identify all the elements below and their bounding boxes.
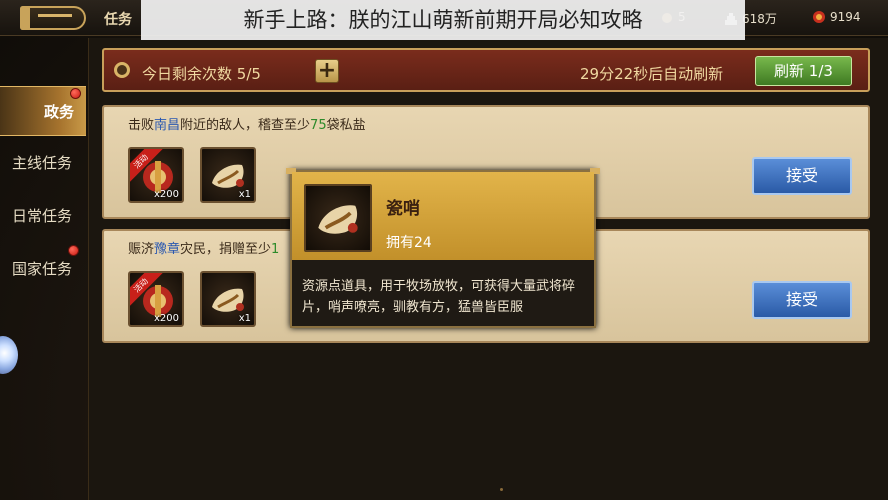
resource-gem-value: 9194: [830, 10, 861, 24]
item-tooltip: 瓷哨 拥有24 资源点道具，用于牧场放牧，可获得大量武将碎片，哨声嘹亮，驯教有方…: [286, 168, 600, 328]
sidebar-item-label: 政务: [44, 103, 75, 121]
sidebar: 政务 主线任务 日常任务 国家任务: [0, 80, 88, 500]
tooltip-item-name: 瓷哨: [386, 199, 420, 219]
reward-slot[interactable]: 活动 x200: [128, 271, 184, 327]
article-title-banner: 新手上路：朕的江山萌新前期开局必知攻略: [141, 0, 745, 40]
accept-button[interactable]: 接受: [752, 281, 852, 319]
reward-count: x1: [238, 313, 251, 324]
desc-text: 赈济: [128, 242, 155, 257]
reward-slot[interactable]: 活动 x200: [128, 147, 184, 203]
desc-place: 豫章: [154, 242, 181, 257]
quest-description: 击败南昌附近的敌人，稽查至少75袋私盐: [128, 114, 366, 133]
back-button[interactable]: [20, 6, 86, 30]
sidebar-item-label: 日常任务: [12, 207, 73, 225]
sidebar-item-label: 国家任务: [12, 260, 73, 278]
resource-silver-value: 618万: [742, 12, 777, 26]
desc-text: 袋私盐: [326, 118, 366, 133]
reward-count: x200: [153, 313, 179, 324]
desc-text: 击败: [128, 118, 155, 133]
gem-icon: [813, 11, 825, 23]
page-title: 任务: [104, 12, 132, 28]
desc-number: 1: [271, 242, 280, 257]
remaining-count: 今日剩余次数 5/5: [142, 63, 261, 84]
background-spark: [500, 488, 503, 491]
remaining-label: 今日剩余次数: [142, 65, 233, 83]
quest-description: 赈济豫章灾民，捐赠至少1: [128, 238, 279, 257]
notification-dot: [68, 245, 79, 256]
refresh-button[interactable]: 刷新 1/3: [755, 56, 852, 86]
tooltip-description: 资源点道具，用于牧场放牧，可获得大量武将碎片，哨声嘹亮，驯教有方，猛兽皆臣服: [302, 279, 576, 315]
tooltip-header: 瓷哨 拥有24: [292, 172, 594, 260]
quest-header-bar: 今日剩余次数 5/5 + 29分22秒后自动刷新 刷新 1/3: [102, 48, 870, 92]
reward-count: x1: [238, 189, 251, 200]
accept-button[interactable]: 接受: [752, 157, 852, 195]
desc-text: 灾民，捐赠至少: [180, 242, 272, 257]
notification-dot: [70, 88, 81, 99]
side-float-button[interactable]: [0, 336, 18, 374]
reward-count: x200: [153, 189, 179, 200]
reward-slot[interactable]: x1: [200, 147, 256, 203]
resource-gem: 9194: [812, 10, 861, 24]
desc-place: 南昌: [154, 118, 181, 133]
tooltip-owned-count: 拥有24: [386, 235, 432, 251]
reward-slot[interactable]: x1: [200, 271, 256, 327]
refresh-timer: 29分22秒后自动刷新: [580, 65, 724, 83]
whistle-icon: [304, 184, 372, 252]
add-attempts-button[interactable]: +: [315, 59, 339, 83]
desc-text: 附近的敌人，稽查至少: [180, 118, 311, 133]
sidebar-item-main-quest[interactable]: 主线任务: [0, 138, 86, 188]
sidebar-item-daily-quest[interactable]: 日常任务: [0, 191, 86, 241]
remaining-value: 5/5: [236, 65, 261, 83]
coin-icon: [114, 62, 130, 78]
sidebar-item-label: 主线任务: [12, 154, 73, 172]
desc-number: 75: [310, 118, 327, 133]
